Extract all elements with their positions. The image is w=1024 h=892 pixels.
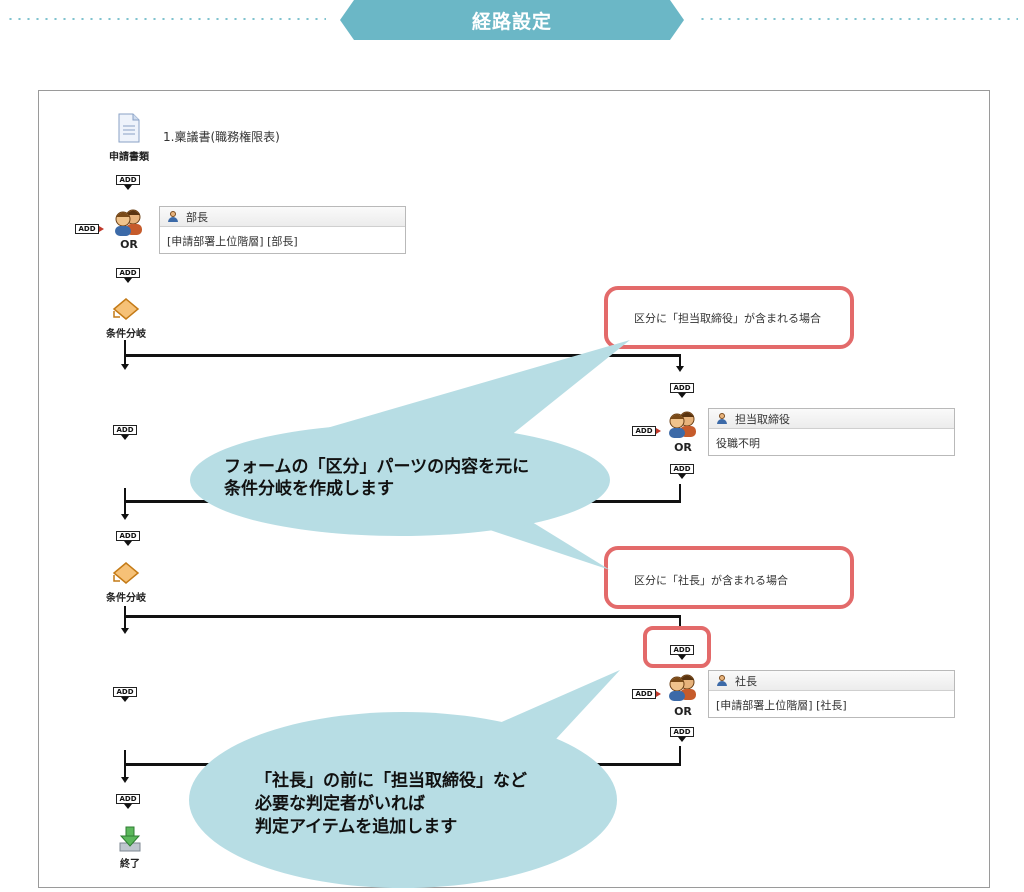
arrow bbox=[121, 514, 129, 520]
branch-diamond-icon[interactable] bbox=[112, 297, 140, 321]
condition-text-1[interactable]: 区分に「担当取締役」が含まれる場合 bbox=[634, 310, 821, 326]
add-left-arrow bbox=[99, 226, 104, 232]
condition-text-2[interactable]: 区分に「社長」が含まれる場合 bbox=[634, 572, 788, 588]
approver-box-1[interactable]: 部長 [申請部署上位階層] [部長] bbox=[159, 206, 406, 254]
branch1-right-up bbox=[679, 484, 681, 502]
arrow bbox=[676, 366, 684, 372]
add-left-arrow bbox=[656, 691, 661, 697]
callout-text-2c: 判定アイテムを追加します bbox=[255, 817, 458, 837]
approver-group-icon[interactable] bbox=[667, 410, 699, 438]
add-button-left[interactable]: ADD bbox=[632, 426, 656, 436]
arrow bbox=[121, 628, 129, 634]
add-button[interactable]: ADD bbox=[670, 464, 694, 479]
approver-body: [申請部署上位階層] [社長] bbox=[716, 699, 847, 712]
or-label: OR bbox=[674, 441, 692, 454]
person-icon bbox=[168, 211, 178, 222]
approver-group-icon[interactable] bbox=[667, 673, 699, 701]
end-label: 終了 bbox=[120, 859, 140, 870]
callout-text-2a: 「社長」の前に「担当取締役」など bbox=[255, 771, 527, 791]
callout-text-2b: 必要な判定者がいれば bbox=[255, 794, 425, 814]
or-label: OR bbox=[674, 705, 692, 718]
branch-label: 条件分岐 bbox=[106, 329, 146, 340]
document-name[interactable]: 1.稟議書(職務権限表) bbox=[163, 128, 280, 145]
callout-text-1b: 条件分岐を作成します bbox=[224, 479, 394, 499]
arrow bbox=[121, 777, 129, 783]
person-icon bbox=[717, 413, 727, 424]
branch-diamond-icon[interactable] bbox=[112, 561, 140, 585]
add-button[interactable]: ADD bbox=[113, 687, 137, 702]
add-button[interactable]: ADD bbox=[670, 645, 694, 660]
approver-title: 担当取締役 bbox=[735, 412, 790, 426]
approver-body: 役職不明 bbox=[716, 437, 760, 450]
approver-box-2[interactable]: 担当取締役 役職不明 bbox=[708, 408, 955, 456]
end-download-icon[interactable] bbox=[117, 825, 143, 853]
add-button[interactable]: ADD bbox=[670, 727, 694, 742]
branch2-right-up bbox=[679, 746, 681, 766]
main-line-1 bbox=[124, 340, 126, 366]
document-icon[interactable] bbox=[117, 113, 141, 143]
approver-box-3[interactable]: 社長 [申請部署上位階層] [社長] bbox=[708, 670, 955, 718]
person-icon bbox=[717, 675, 727, 686]
approver-title: 部長 bbox=[186, 210, 208, 224]
approver-group-icon[interactable] bbox=[113, 208, 145, 236]
arrow bbox=[121, 364, 129, 370]
add-button[interactable]: ADD bbox=[116, 268, 140, 283]
callout-text-1a: フォームの「区分」パーツの内容を元に bbox=[224, 457, 530, 477]
add-button[interactable]: ADD bbox=[116, 175, 140, 190]
header-dots-left bbox=[6, 18, 326, 20]
approver-body: [申請部署上位階層] [部長] bbox=[167, 235, 298, 248]
page-title: 経路設定 bbox=[340, 0, 684, 40]
add-button[interactable]: ADD bbox=[113, 425, 137, 440]
branch-label: 条件分岐 bbox=[106, 593, 146, 604]
add-button[interactable]: ADD bbox=[116, 794, 140, 809]
add-left-arrow bbox=[656, 428, 661, 434]
header-dots-right bbox=[698, 18, 1018, 20]
add-button[interactable]: ADD bbox=[670, 383, 694, 398]
branch2-top bbox=[124, 615, 681, 618]
or-label: OR bbox=[120, 238, 138, 251]
add-button[interactable]: ADD bbox=[116, 531, 140, 546]
main-line-3 bbox=[124, 606, 126, 630]
approver-title: 社長 bbox=[735, 674, 757, 688]
add-button-left[interactable]: ADD bbox=[75, 224, 99, 234]
document-label: 申請書類 bbox=[109, 152, 149, 163]
